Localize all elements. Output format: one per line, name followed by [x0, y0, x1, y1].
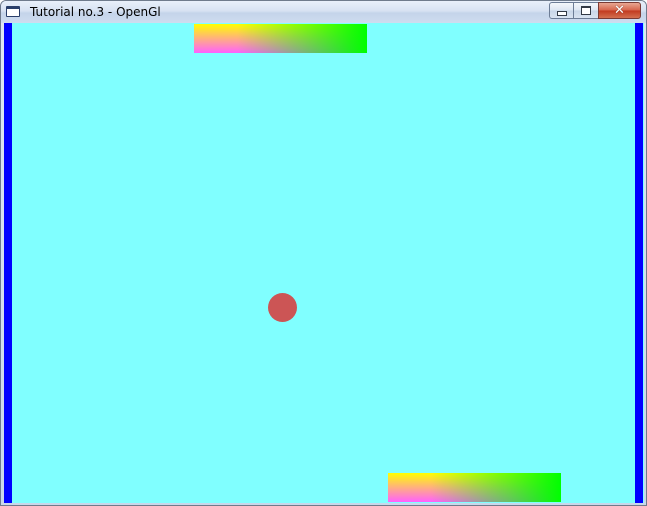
close-icon: ✕ [614, 3, 625, 18]
window-icon[interactable] [6, 6, 20, 17]
close-button[interactable]: ✕ [598, 2, 641, 19]
app-window: Tutorial no.3 - OpenGl ✕ [0, 0, 647, 506]
ball [268, 293, 297, 322]
minimize-icon [556, 11, 567, 16]
window-title: Tutorial no.3 - OpenGl [30, 5, 161, 19]
title-bar[interactable]: Tutorial no.3 - OpenGl ✕ [1, 1, 646, 23]
maximize-icon [581, 6, 591, 15]
game-canvas[interactable] [4, 23, 644, 503]
left-wall [4, 23, 12, 503]
top-paddle [194, 24, 367, 53]
maximize-button[interactable] [573, 2, 599, 19]
bottom-paddle [388, 473, 561, 502]
right-wall [635, 23, 643, 503]
minimize-button[interactable] [549, 2, 574, 19]
